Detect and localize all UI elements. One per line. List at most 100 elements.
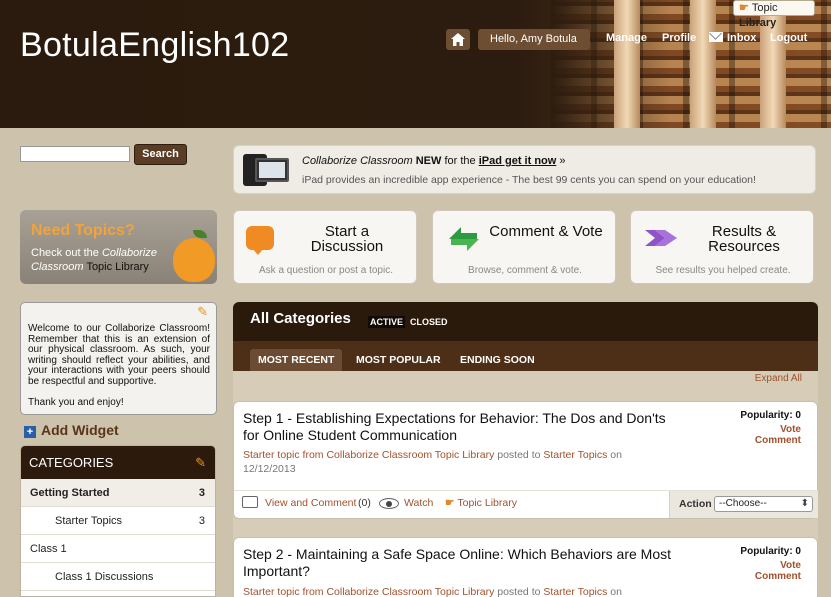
category-item-getting-started[interactable]: Getting Started 3: [21, 479, 215, 507]
expand-all-link[interactable]: Expand All: [755, 373, 802, 384]
promo-description: iPad provides an incredible app experien…: [302, 174, 756, 186]
start-discussion-button[interactable]: Start a Discussion Ask a question or pos…: [233, 210, 417, 284]
results-resources-button[interactable]: Results & Resources See results you help…: [630, 210, 814, 284]
need-topics-link[interactable]: Topic Library: [86, 261, 148, 273]
mail-icon: [709, 32, 723, 42]
topic-library-label: Topic Library: [457, 497, 517, 509]
category-label: Class 1 Discussions: [55, 571, 154, 583]
comment-link[interactable]: Comment: [755, 435, 801, 446]
header: BotulaEnglish102 Hello, Amy Botula Manag…: [0, 0, 831, 128]
comment-link[interactable]: Comment: [755, 571, 801, 582]
topic-library-link[interactable]: ☛ Topic Library: [445, 497, 517, 509]
comment-count: (0): [358, 497, 371, 509]
topics-feed: All Categories ACTIVE CLOSED MOST RECENT…: [233, 302, 818, 597]
topic-category-link[interactable]: Starter Topics: [543, 449, 607, 461]
category-item-class-1[interactable]: Class 1: [21, 535, 215, 563]
feed-header: All Categories ACTIVE CLOSED: [233, 302, 818, 341]
popularity: Popularity: 0: [740, 546, 801, 557]
action-select[interactable]: --Choose--: [714, 496, 813, 512]
search-button[interactable]: Search: [134, 144, 187, 165]
topic-library-prefix: Topic: [751, 2, 778, 14]
category-item-starter-topics[interactable]: Starter Topics 3: [21, 507, 215, 535]
add-widget-button[interactable]: + Add Widget: [24, 422, 119, 438]
site-title[interactable]: BotulaEnglish102: [20, 26, 289, 65]
home-button[interactable]: [446, 29, 470, 50]
categories-title: CATEGORIES: [29, 455, 114, 470]
topic-library-bold: Library: [739, 17, 777, 29]
welcome-text: Welcome to our Collaborize Classroom! Re…: [28, 323, 210, 387]
tab-most-recent[interactable]: MOST RECENT: [250, 349, 343, 371]
topic-title[interactable]: Step 2 - Maintaining a Safe Space Online…: [243, 546, 683, 580]
vote-link[interactable]: Vote: [755, 424, 801, 435]
promo-new: NEW: [415, 155, 442, 167]
action-title: Results & Resources: [708, 223, 780, 255]
greeting: Hello, Amy Botula: [478, 29, 590, 50]
topic-title[interactable]: Step 1 - Establishing Expectations for B…: [243, 410, 683, 444]
swap-arrows-icon: [449, 227, 479, 251]
feed-tabs: MOST RECENT MOST POPULAR ENDING SOON: [233, 341, 818, 371]
topic-posted-to: posted to: [497, 586, 541, 597]
promo-arrow: »: [559, 155, 566, 167]
view-comment-link[interactable]: View and Comment: [265, 497, 356, 509]
topic-meta: Starter topic from Collaborize Classroom…: [243, 585, 643, 597]
topic-source-link[interactable]: Starter topic from Collaborize Classroom…: [243, 449, 494, 461]
welcome-thanks: Thank you and enjoy!: [28, 397, 124, 408]
comment-bubble-icon: [242, 496, 258, 508]
category-item-class-1-discussions[interactable]: Class 1 Discussions: [21, 563, 215, 591]
topic-category-link[interactable]: Starter Topics: [543, 586, 607, 597]
header-pillar: [614, 0, 640, 128]
search-input[interactable]: [20, 146, 130, 162]
topic-source-link[interactable]: Starter topic from Collaborize Classroom…: [243, 586, 494, 597]
feed-title: All Categories: [250, 310, 351, 327]
filter-active[interactable]: ACTIVE: [368, 316, 406, 328]
nav-profile[interactable]: Profile: [662, 32, 696, 44]
need-topics-widget[interactable]: Need Topics? Check out the Collaborize C…: [20, 210, 217, 284]
eye-icon: [379, 498, 399, 509]
nav-inbox[interactable]: Inbox: [709, 32, 756, 44]
action-title: Comment & Vote: [489, 223, 603, 240]
forward-arrows-icon: [645, 230, 677, 246]
promo-brand: Collaborize Classroom: [302, 155, 413, 167]
promo-for: for the: [444, 155, 476, 167]
ipad-promo-banner: Collaborize Classroom NEW for the iPad g…: [233, 145, 816, 194]
category-label: Getting Started: [30, 487, 110, 499]
tab-ending-soon[interactable]: ENDING SOON: [452, 349, 543, 371]
action-menu: Action --Choose--: [669, 491, 818, 518]
need-topics-text: Check out the Collaborize Classroom Topi…: [31, 246, 181, 274]
topic-posted-to: posted to: [497, 449, 541, 461]
hand-pointer-icon: ☛: [445, 497, 455, 509]
category-count: 3: [198, 487, 205, 499]
apple-icon: [173, 230, 215, 282]
nav-manage[interactable]: Manage: [606, 32, 647, 44]
comment-vote-button[interactable]: Comment & Vote Browse, comment & vote.: [432, 210, 616, 284]
categories-panel: CATEGORIES ✎ Getting Started 3 Starter Top…: [20, 445, 216, 597]
action-label: Action: [679, 498, 712, 510]
topic-library-button[interactable]: ☛ Topic Library: [733, 0, 815, 29]
watch-link[interactable]: Watch: [404, 497, 433, 509]
topic-on: on: [610, 586, 622, 597]
pencil-icon[interactable]: ✎: [197, 305, 208, 317]
category-count: 3: [198, 515, 205, 527]
add-widget-label: Add Widget: [41, 422, 119, 438]
category-label: Class 1: [30, 543, 67, 555]
welcome-widget: ✎ Welcome to our Collaborize Classroom! …: [20, 302, 217, 415]
promo-link[interactable]: iPad get it now: [479, 155, 557, 167]
vote-comment-links: Vote Comment: [755, 424, 801, 446]
topic-post: Step 2 - Maintaining a Safe Space Online…: [233, 537, 818, 597]
filter-closed[interactable]: CLOSED: [410, 317, 448, 327]
vote-link[interactable]: Vote: [755, 560, 801, 571]
home-icon: [451, 33, 465, 46]
categories-header: CATEGORIES ✎: [21, 446, 215, 479]
action-subtitle: Browse, comment & vote.: [468, 265, 582, 276]
action-subtitle: See results you helped create.: [655, 265, 791, 276]
topic-on: on: [610, 449, 622, 461]
category-label: Starter Topics: [55, 515, 123, 527]
tab-most-popular[interactable]: MOST POPULAR: [348, 349, 449, 371]
topic-date: 12/12/2013: [243, 463, 296, 475]
nav-inbox-label: Inbox: [727, 32, 757, 44]
need-topics-prefix: Check out the: [31, 247, 99, 259]
speech-bubble-icon: [246, 226, 274, 255]
nav-logout[interactable]: Logout: [770, 32, 807, 44]
action-subtitle: Ask a question or post a topic.: [259, 265, 393, 276]
pencil-icon[interactable]: ✎: [195, 446, 206, 479]
